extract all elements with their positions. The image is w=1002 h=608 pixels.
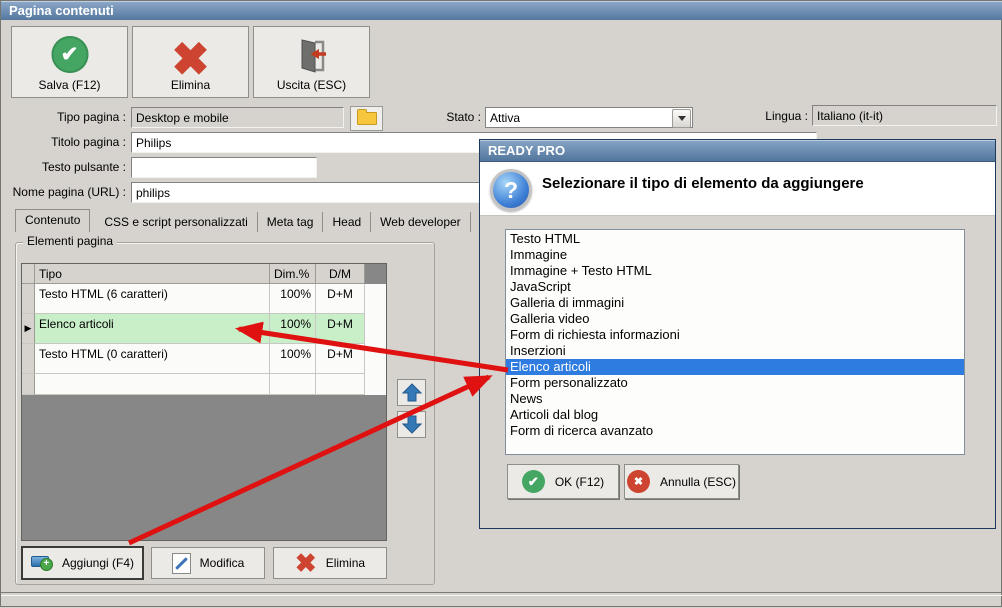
- tab-contenuto[interactable]: Contenuto: [15, 209, 91, 232]
- list-item[interactable]: Inserzioni: [506, 343, 964, 359]
- cell-dim: [270, 374, 316, 395]
- cell-dm: [316, 374, 365, 395]
- elementi-pagina-group-label: Elementi pagina: [23, 234, 118, 248]
- exit-button[interactable]: Uscita (ESC): [253, 26, 370, 98]
- tipo-pagina-label: Tipo pagina :: [57, 110, 126, 124]
- cell-dim: 100%: [270, 344, 316, 374]
- ok-button-label: OK (F12): [554, 474, 605, 489]
- arrow-down-icon: [401, 415, 422, 434]
- exit-door-icon: [293, 37, 331, 78]
- save-button-label: Salva (F12): [38, 78, 101, 92]
- red-x-icon: ✖: [294, 548, 317, 578]
- pagina-contenuti-window: { "window": { "title": "Pagina contenuti…: [0, 0, 1002, 607]
- tab-meta-tag[interactable]: Meta tag: [258, 212, 324, 232]
- edit-button-label: Modifica: [199, 556, 245, 570]
- element-type-listbox[interactable]: Testo HTML Immagine Immagine + Testo HTML J…: [505, 229, 965, 455]
- cancel-button[interactable]: ✖ Annulla (ESC): [624, 464, 739, 499]
- list-item[interactable]: Articoli dal blog: [506, 407, 964, 423]
- row-header-cell: [22, 344, 35, 374]
- row-header-cell: [22, 284, 35, 314]
- testo-pulsante-label: Testo pulsante :: [41, 160, 126, 174]
- table-row[interactable]: Testo HTML (6 caratteri) 100% D+M: [22, 284, 386, 314]
- list-item[interactable]: JavaScript: [506, 279, 964, 295]
- column-header-dm: D/M: [316, 264, 365, 284]
- column-header-dim: Dim.%: [270, 264, 316, 284]
- ready-pro-dialog: READY PRO ? Selezionare il tipo di eleme…: [479, 139, 996, 529]
- ok-button[interactable]: ✔ OK (F12): [507, 464, 619, 499]
- dialog-message: Selezionare il tipo di elemento da aggiu…: [542, 175, 864, 192]
- arrow-up-icon: [401, 383, 422, 402]
- lingua-field: Italiano (it-it): [812, 105, 997, 126]
- table-header-row: Tipo Dim.% D/M: [22, 264, 386, 284]
- x-circle-icon: ✖: [626, 470, 650, 493]
- stato-dropdown-button[interactable]: [672, 109, 691, 128]
- stato-selected-value: Attiva: [490, 111, 521, 125]
- delete-element-button[interactable]: ✖ Elimina: [273, 547, 387, 579]
- list-item[interactable]: Galleria di immagini: [506, 295, 964, 311]
- list-item[interactable]: Elenco articoli: [506, 359, 964, 375]
- list-item[interactable]: News: [506, 391, 964, 407]
- cancel-button-label: Annulla (ESC): [659, 474, 737, 489]
- list-item[interactable]: Immagine: [506, 247, 964, 263]
- save-button[interactable]: ✔ Salva (F12): [11, 26, 128, 98]
- current-row-marker: ▶: [22, 314, 35, 344]
- elementi-pagina-table[interactable]: Tipo Dim.% D/M Testo HTML (6 caratteri) 1…: [21, 263, 387, 541]
- row-header-corner: [22, 264, 35, 284]
- list-item[interactable]: Form di richiesta informazioni: [506, 327, 964, 343]
- nome-pagina-url-label: Nome pagina (URL) :: [12, 185, 126, 199]
- add-button-label: Aggiungi (F4): [61, 556, 135, 570]
- move-row-up-button[interactable]: [397, 379, 426, 406]
- tab-head[interactable]: Head: [323, 212, 372, 232]
- row-header-cell: [22, 374, 35, 395]
- cell-dm: D+M: [316, 284, 365, 314]
- folder-icon: [356, 109, 377, 125]
- exit-button-label: Uscita (ESC): [276, 78, 347, 92]
- cell-dim: 100%: [270, 314, 316, 344]
- list-item[interactable]: Form di ricerca avanzato: [506, 423, 964, 439]
- tab-bar: Contenuto CSS e script personalizzati Meta…: [15, 209, 471, 232]
- tab-web-developer[interactable]: Web developer: [371, 212, 471, 232]
- chevron-down-icon: [677, 116, 686, 121]
- question-mark-icon: ?: [490, 169, 532, 211]
- cell-tipo: Testo HTML (6 caratteri): [35, 284, 270, 314]
- dialog-titlebar[interactable]: READY PRO: [480, 140, 995, 162]
- list-item[interactable]: Immagine + Testo HTML: [506, 263, 964, 279]
- stato-select[interactable]: Attiva: [485, 107, 693, 128]
- column-header-tipo: Tipo: [35, 264, 270, 284]
- tipo-pagina-field: Desktop e mobile: [131, 107, 344, 128]
- browse-folder-button[interactable]: [350, 106, 383, 131]
- delete-element-button-label: Elimina: [325, 556, 366, 570]
- red-x-icon: ✖: [171, 33, 210, 85]
- check-circle-icon: ✔: [521, 470, 545, 493]
- cell-dim: 100%: [270, 284, 316, 314]
- bottom-divider: [1, 592, 1002, 596]
- testo-pulsante-input[interactable]: [131, 157, 317, 178]
- list-item[interactable]: Galleria video: [506, 311, 964, 327]
- cell-tipo: Testo HTML (0 caratteri): [35, 344, 270, 374]
- edit-pencil-icon: [171, 552, 191, 574]
- list-item[interactable]: Testo HTML: [506, 231, 964, 247]
- delete-page-button[interactable]: ✖ Elimina: [132, 26, 249, 98]
- lingua-label: Lingua :: [765, 109, 808, 123]
- add-icon: +: [30, 555, 53, 571]
- add-element-button[interactable]: + Aggiungi (F4): [21, 546, 144, 580]
- cell-dm: D+M: [316, 314, 365, 344]
- stato-label: Stato :: [446, 110, 481, 124]
- titolo-pagina-label: Titolo pagina :: [51, 135, 126, 149]
- dialog-header: ? Selezionare il tipo di elemento da agg…: [480, 162, 995, 216]
- list-item[interactable]: Form personalizzato: [506, 375, 964, 391]
- empty-table-row: [22, 374, 386, 395]
- window-title: Pagina contenuti: [9, 3, 114, 18]
- move-row-down-button[interactable]: [397, 411, 426, 438]
- table-row[interactable]: Testo HTML (0 caratteri) 100% D+M: [22, 344, 386, 374]
- cell-tipo: [35, 374, 270, 395]
- dialog-title: READY PRO: [488, 143, 566, 158]
- cell-tipo: Elenco articoli: [35, 314, 270, 344]
- tab-css-e-script-personalizzati[interactable]: CSS e script personalizzati: [95, 212, 258, 232]
- check-circle-icon: ✔: [51, 36, 88, 73]
- table-row[interactable]: ▶ Elenco articoli 100% D+M: [22, 314, 386, 344]
- cell-dm: D+M: [316, 344, 365, 374]
- window-titlebar[interactable]: Pagina contenuti: [1, 1, 1002, 20]
- edit-element-button[interactable]: Modifica: [151, 547, 265, 579]
